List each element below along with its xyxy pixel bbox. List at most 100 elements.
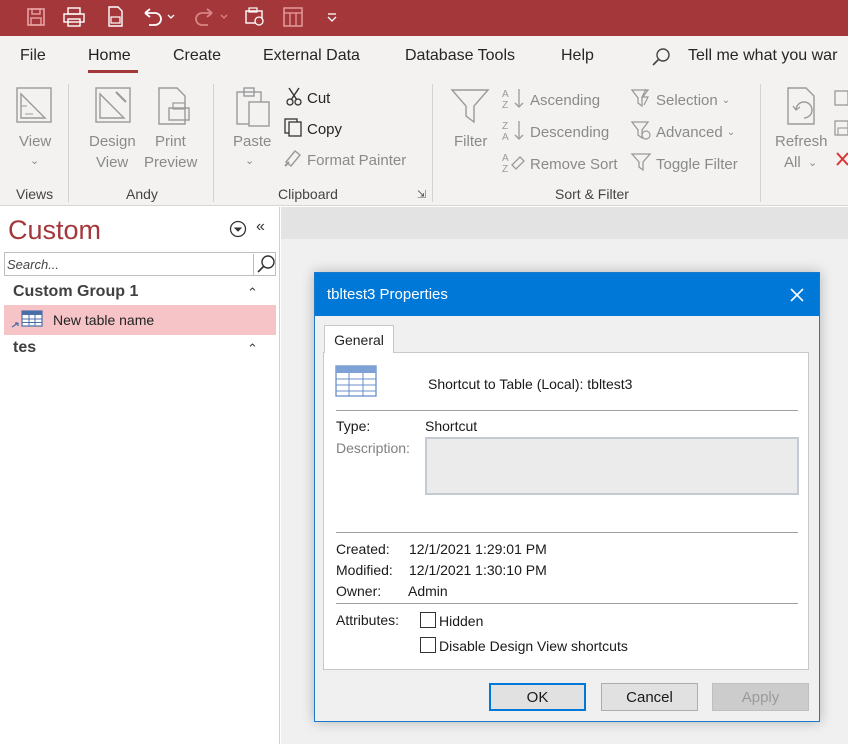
group-label-views: Views: [16, 186, 54, 202]
created-label: Created:: [336, 541, 390, 557]
save-record-icon[interactable]: [834, 120, 848, 139]
refresh-dropdown-icon[interactable]: ⌄: [808, 156, 817, 169]
view-dropdown-icon[interactable]: ⌄: [30, 154, 39, 167]
cut-button[interactable]: Cut: [285, 86, 330, 110]
nav-group-header[interactable]: Custom Group 1: [13, 283, 138, 301]
collapse-group-icon[interactable]: ⌃: [247, 341, 258, 357]
dialog-title-bar[interactable]: tbltest3 Properties: [315, 273, 819, 316]
paste-dropdown-icon[interactable]: ⌄: [245, 154, 254, 167]
modified-label: Modified:: [336, 562, 393, 578]
remove-sort-button[interactable]: AZ Remove Sort: [502, 151, 618, 177]
hidden-checkbox-label[interactable]: Hidden: [439, 613, 483, 629]
design-view-icon[interactable]: [94, 86, 134, 129]
nav-search-input[interactable]: [7, 255, 247, 273]
close-icon[interactable]: [783, 281, 811, 309]
save-icon[interactable]: [24, 6, 48, 28]
tab-external-data[interactable]: External Data: [263, 47, 360, 65]
selection-button[interactable]: Selection ⌄: [630, 87, 730, 113]
ok-button[interactable]: OK: [489, 683, 586, 711]
view-icon[interactable]: [15, 86, 55, 129]
nav-item-new-table-name[interactable]: New table name: [4, 305, 276, 335]
nav-group-header[interactable]: tes: [13, 339, 36, 357]
quick-access-toolbar: [0, 0, 848, 36]
tell-me-box[interactable]: Tell me what you war: [688, 47, 837, 65]
workspace-tab-strip: [281, 207, 848, 239]
scissors-icon: [285, 86, 303, 110]
delete-record-icon[interactable]: [836, 152, 848, 169]
design-view-label-2[interactable]: View: [96, 154, 128, 171]
svg-text:Z: Z: [502, 164, 508, 173]
sort-ascending-icon: AZ: [502, 87, 526, 113]
disable-design-view-checkbox[interactable]: [420, 637, 436, 653]
cancel-button[interactable]: Cancel: [601, 683, 698, 711]
design-view-label-1[interactable]: Design: [89, 133, 136, 150]
nav-menu-dropdown-icon[interactable]: [229, 220, 247, 241]
advanced-filter-icon: [630, 119, 652, 145]
group-label-sort-filter: Sort & Filter: [555, 186, 629, 202]
tab-file[interactable]: File: [20, 47, 46, 65]
selection-label: Selection: [656, 91, 718, 109]
copy-button[interactable]: Copy: [283, 117, 342, 141]
paintbrush-icon: [283, 148, 303, 172]
advanced-button[interactable]: Advanced ⌄: [630, 119, 735, 145]
shutter-bar-close-icon[interactable]: «: [256, 218, 265, 236]
group-label-clipboard: Clipboard: [278, 186, 338, 202]
toggle-filter-icon: [630, 151, 652, 177]
remove-sort-label: Remove Sort: [530, 155, 618, 173]
descending-label: Descending: [530, 123, 610, 141]
apply-button[interactable]: Apply: [712, 683, 809, 711]
description-field[interactable]: [425, 437, 799, 495]
refresh-all-icon[interactable]: [784, 86, 824, 131]
dialog-title: tbltest3 Properties: [327, 286, 448, 303]
object-heading: Shortcut to Table (Local): tbltest3: [428, 376, 633, 392]
descending-button[interactable]: ZA Descending: [502, 119, 609, 145]
new-record-icon[interactable]: [834, 90, 848, 109]
copy-icon: [283, 117, 303, 141]
svg-text:A: A: [502, 153, 509, 164]
print-icon[interactable]: [62, 6, 86, 28]
tab-home[interactable]: Home: [88, 47, 131, 65]
customize-icon[interactable]: [320, 6, 344, 28]
navigation-pane: Custom « Custom Group 1 ⌃ New table name…: [0, 207, 280, 744]
svg-text:Z: Z: [502, 121, 508, 132]
filter-label[interactable]: Filter: [454, 133, 487, 150]
collapse-group-icon[interactable]: ⌃: [247, 285, 258, 301]
svg-text:Z: Z: [502, 100, 508, 109]
disable-design-view-label[interactable]: Disable Design View shortcuts: [439, 638, 628, 654]
layout-icon[interactable]: [281, 6, 305, 28]
refresh-label-2[interactable]: All: [784, 154, 801, 171]
sort-descending-icon: ZA: [502, 119, 526, 145]
print-preview-icon[interactable]: [103, 6, 127, 28]
print-preview-label-2[interactable]: Preview: [144, 154, 197, 171]
svg-text:A: A: [502, 132, 509, 141]
view-button-label[interactable]: View: [19, 133, 51, 150]
format-painter-button[interactable]: Format Painter: [283, 148, 406, 172]
paste-icon[interactable]: [235, 86, 273, 131]
paste-label[interactable]: Paste: [233, 133, 271, 150]
dialog-launcher-icon[interactable]: ⇲: [417, 188, 426, 201]
tab-general[interactable]: General: [324, 325, 394, 353]
print-preview-label-1[interactable]: Print: [155, 133, 186, 150]
group-separator: [760, 84, 761, 202]
nav-pane-title[interactable]: Custom: [8, 215, 101, 246]
filter-funnel-icon[interactable]: [450, 86, 490, 129]
ribbon: View ⌄ Views Design View Print Preview A…: [0, 76, 848, 206]
toggle-filter-button[interactable]: Toggle Filter: [630, 151, 738, 177]
refresh-label-1[interactable]: Refresh: [775, 133, 828, 150]
search-icon[interactable]: [253, 254, 276, 276]
ascending-label: Ascending: [530, 91, 601, 109]
undo-icon[interactable]: [140, 6, 176, 28]
redo-icon[interactable]: [193, 6, 229, 28]
advanced-label: Advanced: [656, 123, 723, 141]
owner-label: Owner:: [336, 583, 382, 599]
tab-database-tools[interactable]: Database Tools: [405, 47, 515, 65]
copy-label: Copy: [307, 120, 343, 138]
tab-help[interactable]: Help: [561, 47, 594, 65]
hidden-checkbox[interactable]: [420, 612, 436, 628]
tab-create[interactable]: Create: [173, 47, 221, 65]
divider: [336, 603, 798, 604]
toggle-filter-label: Toggle Filter: [656, 155, 738, 173]
ascending-button[interactable]: AZ Ascending: [502, 87, 600, 113]
form-icon[interactable]: [243, 6, 267, 28]
print-preview-large-icon[interactable]: [155, 86, 193, 129]
